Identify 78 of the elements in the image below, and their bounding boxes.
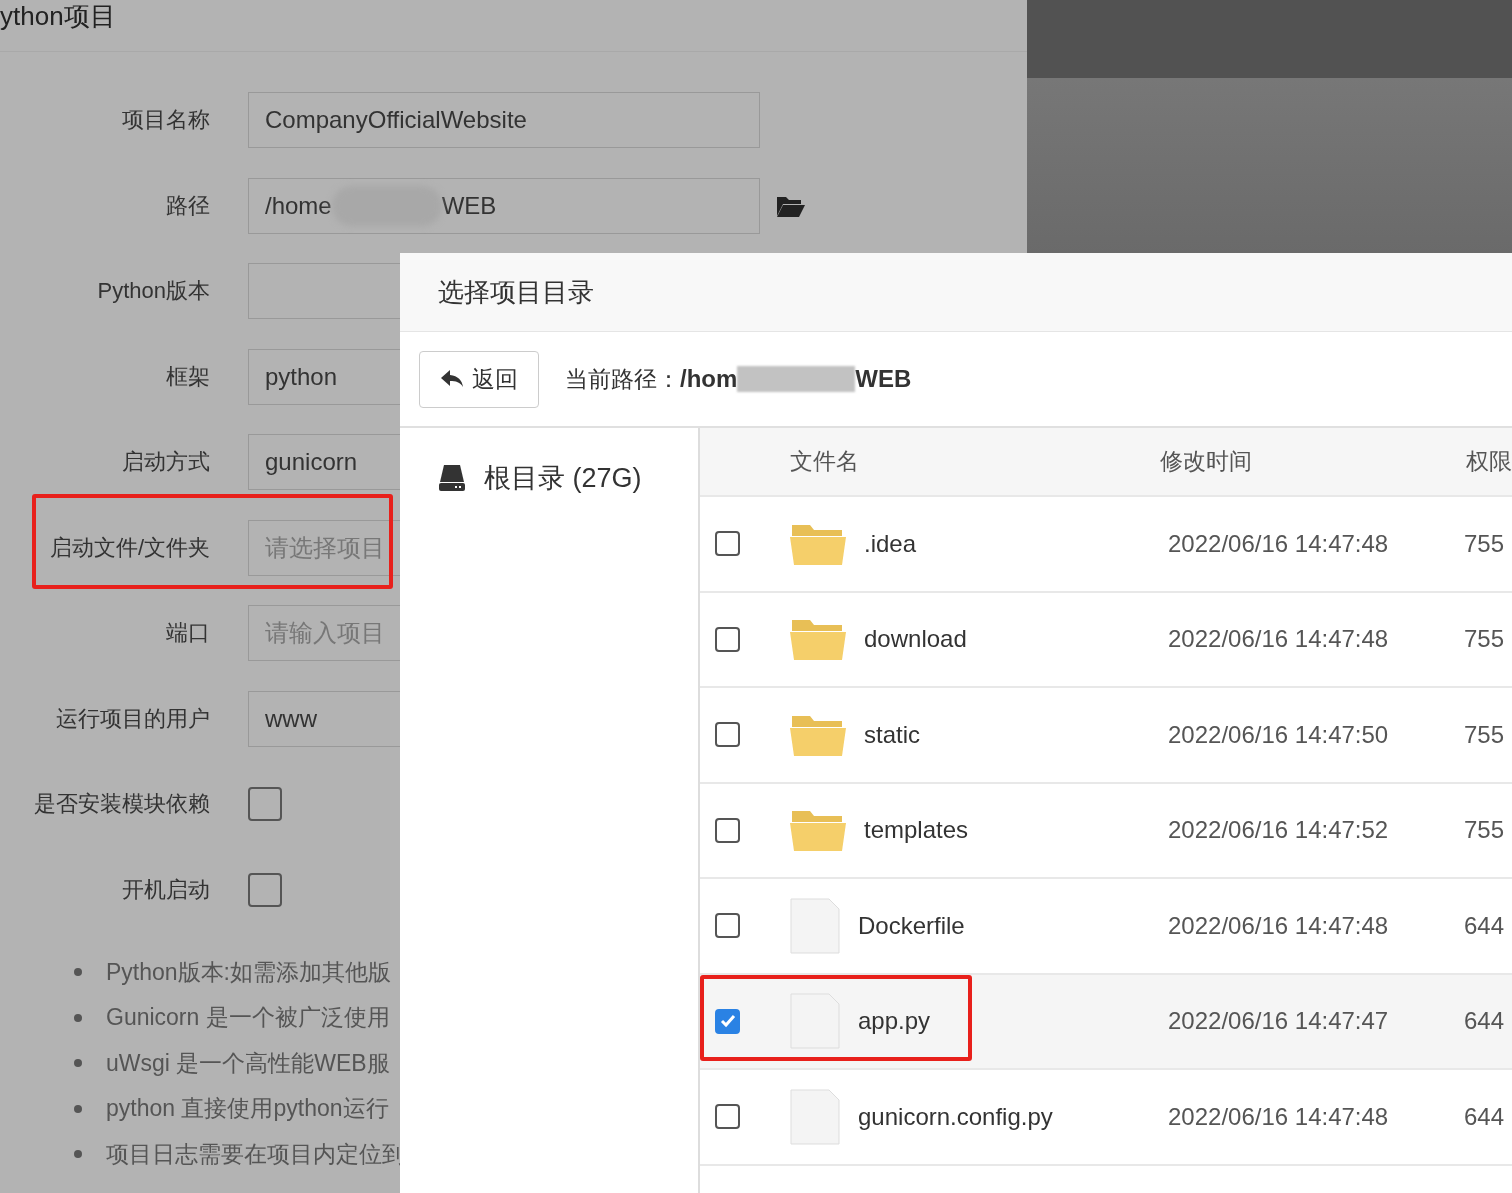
input-field[interactable]: CompanyOfficialWebsite [248,92,760,148]
file-name: .idea [864,529,917,558]
folder-icon [790,618,846,661]
table-row[interactable]: templates 2022/06/16 14:47:52 755 [700,783,1512,879]
bullet-dot [74,1059,82,1068]
path-field[interactable]: /home WEB [248,177,760,234]
checkbox[interactable] [715,531,740,557]
checkbox[interactable] [715,722,740,748]
file-name: app.py [858,1007,931,1036]
modified-time: 2022/06/16 14:47:50 [1168,720,1390,749]
path-label: 当前路径： [565,364,680,394]
file-name: static [864,720,920,749]
file-name: gunicorn.config.py [858,1102,1053,1131]
field-label: 项目名称 [121,106,210,134]
note-text: python 直接使用python运行 [106,1094,389,1124]
modified-time: 2022/06/16 14:47:47 [1168,1007,1390,1036]
sidebar-item[interactable]: 根目录 (27G) [400,460,698,496]
table-row[interactable]: gunicorn.config.py 2022/06/16 14:47:48 644 [700,1070,1512,1166]
current-path: WEB [855,365,912,393]
field-label: 启动文件/文件夹 [48,533,210,562]
checkbox[interactable] [715,1104,740,1130]
table-row[interactable]: static 2022/06/16 14:47:50 755 [700,688,1512,784]
checkbox[interactable] [715,626,740,652]
current-path: /hom [680,365,738,393]
table-row[interactable]: app.py 2022/06/16 14:47:47 644 [700,974,1512,1070]
checkbox[interactable] [248,787,282,821]
file-name: Dockerfile [858,911,965,940]
checkbox[interactable] [248,872,282,907]
column-header[interactable]: 权限 [1466,446,1512,477]
note-text: Gunicorn 是一个被广泛使用 [106,1003,390,1033]
permission: 644 [1464,1102,1505,1131]
modified-time: 2022/06/16 14:47:48 [1168,625,1390,654]
checkbox[interactable] [715,817,740,843]
back-arrow-icon [440,369,464,389]
form-title: ython项目 [0,0,1027,52]
folder-icon [790,809,846,852]
table-row[interactable]: .idea 2022/06/16 14:47:48 755 [700,497,1512,593]
bullet-dot [74,1013,82,1022]
file-icon [790,993,840,1050]
modified-time: 2022/06/16 14:47:48 [1168,529,1390,558]
column-header[interactable]: 文件名 [788,446,1160,477]
file-name: download [864,625,967,654]
field-label: 路径 [165,191,210,220]
modified-time: 2022/06/16 14:47:52 [1168,816,1390,845]
modified-time: 2022/06/16 14:47:48 [1168,1102,1390,1131]
note-text: Python版本:如需添加其他版 [106,957,391,987]
permission: 755 [1464,816,1505,845]
field-label: 框架 [165,362,210,391]
column-header[interactable]: 修改时间 [1160,446,1450,477]
note-text: uWsgi 是一个高性能WEB服 [106,1048,390,1078]
file-name: templates [864,816,969,845]
checkbox[interactable] [715,913,740,939]
path-text: /home [265,191,332,220]
field-label: 运行项目的用户 [55,704,210,733]
permission: 644 [1464,911,1505,940]
field-label: 启动方式 [121,448,210,476]
permission: 755 [1464,720,1505,749]
permission: 644 [1464,1007,1505,1036]
permission: 755 [1464,625,1505,654]
file-icon [790,897,840,954]
drive-icon [438,464,466,492]
modified-time: 2022/06/16 14:47:48 [1168,911,1390,940]
folder-icon [790,522,846,565]
table-row[interactable]: download 2022/06/16 14:47:48 755 [700,592,1512,688]
path-text: WEB [441,191,497,220]
checkbox[interactable] [715,1008,740,1034]
folder-icon [790,713,846,756]
dialog-title: 选择项目目录 [438,275,594,309]
bullet-dot [74,1150,82,1159]
file-icon [790,1088,840,1145]
bullet-dot [74,1104,82,1113]
field-label: 端口 [165,619,210,647]
field-label: 开机启动 [121,875,210,904]
field-label: Python版本 [96,277,210,305]
field-label: 是否安装模块依赖 [33,790,210,818]
permission: 755 [1464,529,1505,558]
back-button[interactable]: 返回 [419,350,539,408]
bullet-dot [74,968,82,977]
